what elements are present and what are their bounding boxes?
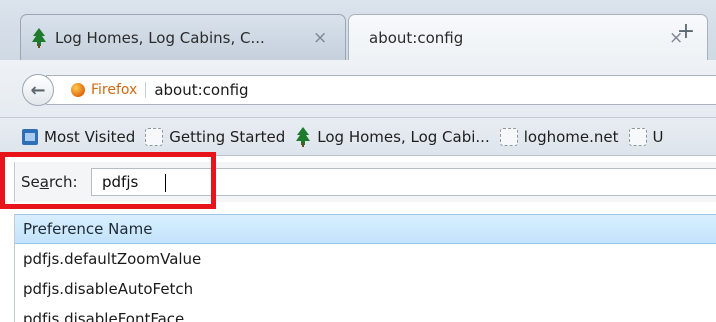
column-header-preference-name[interactable]: Preference Name [15,214,716,244]
table-row[interactable]: pdfjs.defaultZoomValue [15,244,716,274]
bookmark-u[interactable]: U [628,127,664,146]
tab-strip: Log Homes, Log Cabins, C... × about:conf… [0,0,716,60]
search-label: Search: [21,173,78,191]
table-row[interactable]: pdfjs.disableFontFace [15,304,716,322]
bookmark-getting-started[interactable]: Getting Started [145,127,286,146]
tab-log-homes[interactable]: Log Homes, Log Cabins, C... × [20,14,346,60]
bookmark-label: U [652,127,664,146]
identity-label[interactable]: Firefox [91,82,147,98]
url-text[interactable]: about:config [154,81,248,99]
tree-icon [296,126,311,147]
page-icon [145,127,164,146]
bookmark-loghome-net[interactable]: loghome.net [499,127,619,146]
new-tab-button[interactable]: + [664,16,708,46]
bookmarks-toolbar: Most Visited Getting Started Log Homes, … [0,118,716,156]
search-row: Search: [14,162,716,202]
navigation-bar: Firefox about:config ← [0,60,716,118]
bookmark-label: Most Visited [44,127,136,146]
page-icon [628,127,647,146]
search-input[interactable] [91,168,716,196]
tab-about-config[interactable]: about:config × [348,14,708,60]
bookmark-label: Log Homes, Log Cabi... [317,127,490,146]
preference-table: Preference Name pdfjs.defaultZoomValue p… [14,214,716,322]
page-icon [499,127,518,146]
bookmark-label: Getting Started [169,127,286,146]
bookmark-label: loghome.net [523,127,619,146]
text-caret [165,174,166,192]
back-arrow-icon: ← [30,79,46,101]
tree-favicon-icon [32,27,46,48]
back-button[interactable]: ← [22,74,54,106]
tab-close-icon[interactable]: × [313,28,327,48]
url-bar[interactable]: Firefox about:config [46,75,716,105]
tab-title: Log Homes, Log Cabins, C... [55,28,265,47]
table-row[interactable]: pdfjs.disableAutoFetch [15,274,716,304]
folder-icon [22,128,38,145]
bookmark-most-visited[interactable]: Most Visited [22,128,135,146]
bookmark-log-homes[interactable]: Log Homes, Log Cabi... [295,126,490,147]
firefox-icon [71,83,85,97]
tab-title: about:config [369,28,464,47]
